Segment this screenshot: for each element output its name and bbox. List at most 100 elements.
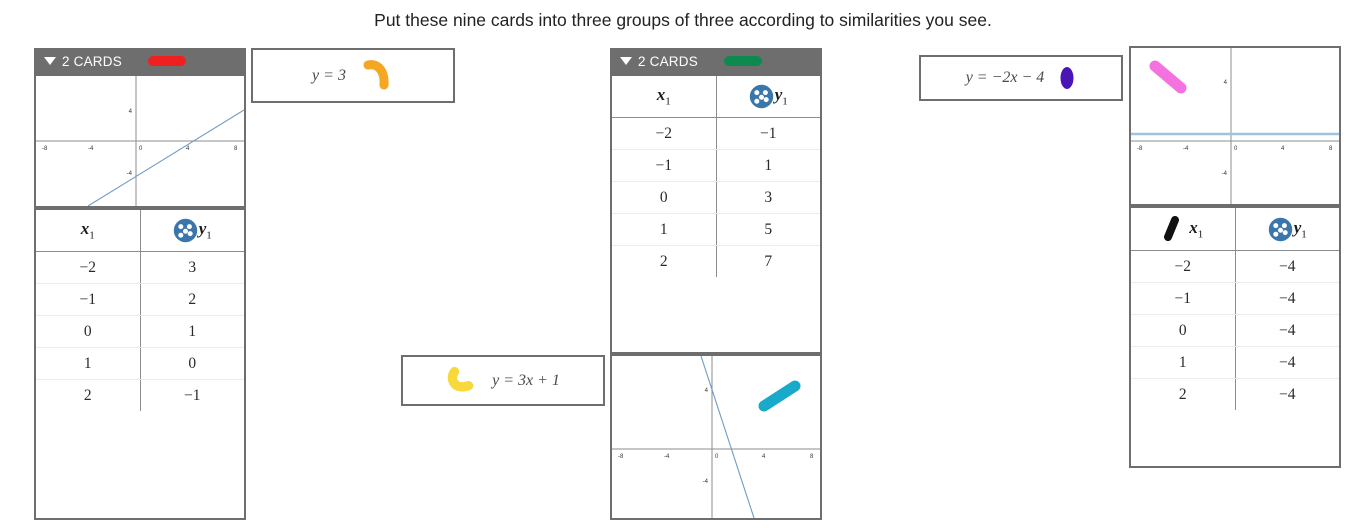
table-row: 2 −1	[36, 379, 244, 411]
graph-card-horizontal-line[interactable]: 4 -4 -8 -4 0 4 8	[1129, 46, 1341, 206]
chevron-down-icon[interactable]	[44, 57, 56, 65]
cell-x: −2	[36, 251, 141, 284]
cell-x: −1	[36, 283, 141, 316]
group-mark-green	[723, 56, 762, 66]
xy-table: x1 y1 −2 3 −1 2 0 1 1 0 2 −1	[36, 210, 244, 411]
cell-y: 5	[716, 213, 820, 246]
cell-y: −4	[1235, 282, 1339, 315]
purple-oval-mark-icon	[1060, 67, 1074, 89]
table-header-row: x1 y1	[36, 210, 244, 252]
cell-y: −4	[1235, 250, 1339, 283]
svg-text:-8: -8	[1137, 146, 1143, 152]
cell-y: 1	[140, 315, 244, 348]
table-header-x: x1	[1131, 208, 1236, 251]
cell-y: −4	[1235, 346, 1339, 379]
cell-y: 7	[764, 252, 773, 270]
svg-text:4: 4	[186, 146, 190, 152]
card-stack-right[interactable]: 4 -4 -8 -4 0 4 8 x1 y1 −2 −4 −1 −4 0 −4 …	[1129, 46, 1341, 468]
table-header-y: y1	[140, 210, 244, 252]
expression-card-y-equals-3[interactable]: y = 3	[251, 48, 455, 103]
table-row: 10	[36, 347, 244, 380]
table-row: 2 −4	[1131, 378, 1339, 410]
cell-x: 0	[612, 181, 717, 214]
xy-table: x1 y1 −2 −4 −1 −4 0 −4 1 −4 2 −4	[1131, 208, 1339, 410]
cell-x: 0	[1131, 314, 1236, 347]
cell-x: 0	[36, 315, 141, 348]
cell-y: 0	[140, 347, 244, 380]
graph-card-line-slope1[interactable]: 4 -4 -8 -4 0 4 8	[34, 74, 246, 208]
cell-y: 2	[140, 283, 244, 316]
cell-y: −4	[1279, 385, 1296, 403]
table-card-constant[interactable]: x1 y1 −2 −4 −1 −4 0 −4 1 −4 2 −4	[1129, 206, 1341, 468]
cell-x: 1	[36, 347, 141, 380]
cell-x: −2	[612, 117, 717, 150]
dice-five-icon	[1268, 217, 1292, 241]
dice-five-icon	[173, 218, 197, 243]
black-stroke-mark-icon	[1164, 216, 1180, 241]
chevron-down-icon[interactable]	[620, 57, 632, 65]
svg-text:0: 0	[139, 146, 143, 152]
cell-y: 3	[716, 181, 820, 214]
cell-y: 1	[716, 149, 820, 182]
svg-text:4: 4	[129, 109, 133, 115]
yellow-curved-mark-icon	[447, 366, 474, 392]
table-header-y: y1	[1235, 208, 1339, 251]
svg-text:-4: -4	[127, 171, 133, 177]
coordinate-plane: 4 -4 -8 -4 0 4 8	[1131, 48, 1339, 204]
svg-text:-4: -4	[1183, 146, 1189, 152]
orange-curved-mark-icon	[363, 59, 389, 89]
svg-text:8: 8	[234, 146, 238, 152]
table-header-x: x1	[612, 76, 717, 118]
svg-text:4: 4	[1281, 146, 1285, 152]
cell-x: 2	[36, 379, 141, 411]
table-row: −2 −4	[1131, 250, 1339, 283]
expression-card-y-equals-3x-plus-1[interactable]: y = 3x + 1	[401, 355, 605, 406]
svg-text:-4: -4	[664, 454, 670, 460]
svg-text:0: 0	[715, 454, 719, 460]
cell-y: −1	[716, 117, 820, 150]
svg-text:-4: -4	[88, 146, 94, 152]
card-group-green[interactable]: 2 CARDS x1 y1 −2 −1 −1 1 0 3 1 5 2 7 4 -…	[610, 48, 822, 520]
table-row: 1 −4	[1131, 346, 1339, 379]
expression-text: y = 3	[312, 66, 346, 84]
coordinate-plane: 4 -4 -8 -4 0 4 8	[36, 76, 244, 206]
cell-x: 2	[1131, 378, 1236, 410]
cell-x: −1	[612, 149, 717, 182]
cell-x: 2	[612, 245, 717, 277]
expression-text: y = 3x + 1	[492, 371, 560, 389]
svg-text:8: 8	[810, 454, 814, 460]
group-card-count-label: 2 CARDS	[638, 53, 698, 69]
group-card-count-label: 2 CARDS	[62, 53, 122, 69]
table-row: 27	[612, 245, 820, 277]
cell-x: 1	[1131, 346, 1236, 379]
svg-text:4: 4	[705, 388, 709, 394]
group-header-red[interactable]: 2 CARDS	[34, 48, 246, 74]
svg-text:-4: -4	[1222, 171, 1228, 177]
table-card-increasing[interactable]: x1 y1 −2 −1 −1 1 0 3 1 5 2 7	[610, 74, 822, 354]
svg-text:4: 4	[1224, 80, 1228, 86]
table-row: 0 −4	[1131, 314, 1339, 347]
svg-text:8: 8	[1329, 146, 1333, 152]
table-header-row: x1 y1	[1131, 208, 1339, 251]
cell-y: 3	[140, 251, 244, 284]
cell-y: −1	[184, 386, 201, 404]
table-header-y: y1	[716, 76, 820, 118]
page-title: Put these nine cards into three groups o…	[374, 10, 992, 30]
group-header-green[interactable]: 2 CARDS	[610, 48, 822, 74]
table-header-x: x1	[36, 210, 141, 252]
graph-card-steep-negative[interactable]: 4 -4 -8 -4 0 4 8	[610, 354, 822, 520]
expression-card-y-equals-neg2x-minus-4[interactable]: y = −2x − 4	[919, 55, 1123, 101]
table-row: 03	[612, 181, 820, 214]
table-row: −1 1	[612, 149, 820, 182]
cell-x: −2	[1131, 250, 1236, 283]
svg-text:-8: -8	[618, 454, 624, 460]
svg-text:-8: -8	[42, 146, 48, 152]
card-group-red[interactable]: 2 CARDS 4 -4 -8 -4 0 4 8 x1 y1 −2 3 −1 2…	[34, 48, 246, 520]
table-row: −2 3	[36, 251, 244, 284]
table-card-decreasing[interactable]: x1 y1 −2 3 −1 2 0 1 1 0 2 −1	[34, 208, 246, 520]
coordinate-plane: 4 -4 -8 -4 0 4 8	[612, 356, 820, 518]
table-row: 01	[36, 315, 244, 348]
table-header-row: x1 y1	[612, 76, 820, 118]
svg-text:4: 4	[762, 454, 766, 460]
cell-x: −1	[1131, 282, 1236, 315]
